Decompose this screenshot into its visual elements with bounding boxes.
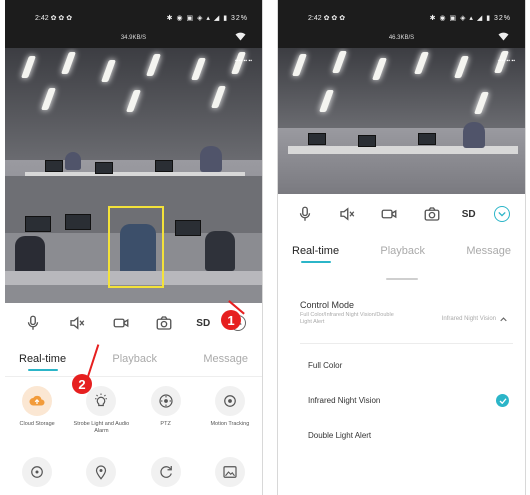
video-overlay-timestamp: ▪▪▪▪ ▪▪ ▪▪ bbox=[235, 58, 252, 64]
network-speed: 46.3KB/S bbox=[388, 35, 415, 41]
tab-real-time[interactable]: Real-time bbox=[292, 245, 339, 263]
status-bar: 2:42 ✿ ✿ ✿ ✱ ◉ ▣ ◈ ▴ ◢ ▮ 32% 34.9KB/S bbox=[5, 0, 262, 48]
tab-real-time[interactable]: Real-time bbox=[19, 353, 66, 371]
option-label: Infrared Night Vision bbox=[308, 396, 381, 405]
feature-label: PTZ bbox=[160, 421, 171, 427]
speaker-mute-icon[interactable] bbox=[65, 311, 89, 335]
panel-drag-handle[interactable] bbox=[386, 278, 418, 280]
motion-tracking-icon bbox=[214, 386, 245, 416]
wifi-icon bbox=[498, 32, 509, 43]
tab-playback[interactable]: Playback bbox=[112, 353, 157, 365]
feature-cloud-storage[interactable]: Cloud Storage bbox=[5, 386, 69, 443]
feature-location[interactable] bbox=[69, 457, 133, 487]
feature-target[interactable] bbox=[5, 457, 69, 487]
feature-ptz[interactable]: PTZ bbox=[134, 386, 198, 443]
record-video-icon[interactable] bbox=[377, 202, 401, 226]
chevron-up-icon bbox=[500, 316, 507, 321]
option-label: Double Light Alert bbox=[308, 431, 372, 440]
image-icon bbox=[214, 457, 245, 487]
control-mode-current-value: Infrared Night Vision bbox=[441, 316, 496, 322]
status-icons: ✱ ◉ ▣ ◈ ▴ ◢ ▮ 32% bbox=[166, 15, 248, 22]
light-bulb-icon bbox=[86, 386, 117, 416]
tab-playback[interactable]: Playback bbox=[380, 245, 425, 257]
tab-message[interactable]: Message bbox=[466, 245, 511, 257]
video-ceiling bbox=[5, 48, 262, 161]
feature-image[interactable] bbox=[198, 457, 262, 487]
live-video-feed[interactable]: ▪▪▪▪ ▪▪ ▪▪ bbox=[5, 48, 262, 303]
record-video-icon[interactable] bbox=[109, 311, 133, 335]
screenshot-camera-icon[interactable] bbox=[420, 202, 444, 226]
feature-rotate[interactable] bbox=[134, 457, 198, 487]
control-mode-description: Full Color/Infrared Night Vision/Double … bbox=[300, 312, 394, 326]
option-label: Full Color bbox=[308, 361, 343, 370]
live-video-feed[interactable]: ▪▪▪▪ ▪▪ ▪▪ bbox=[278, 48, 525, 194]
video-overlay-timestamp: ▪▪▪▪ ▪▪ ▪▪ bbox=[498, 58, 515, 64]
checkmark-icon bbox=[496, 394, 509, 407]
secondary-camera-view[interactable] bbox=[5, 176, 262, 303]
option-full-color[interactable]: Full Color bbox=[278, 348, 525, 383]
feature-grid: Cloud Storage Strobe Light and Audio Ala… bbox=[5, 386, 262, 487]
wifi-icon bbox=[235, 32, 246, 43]
control-mode-options: Full Color Infrared Night Vision Double … bbox=[278, 348, 525, 453]
target-icon bbox=[22, 457, 53, 487]
tutorial-screenshot: 2:42 ✿ ✿ ✿ ✱ ◉ ▣ ◈ ▴ ◢ ▮ 32% 34.9KB/S ▪▪… bbox=[0, 0, 530, 495]
main-tabs: Real-time Playback Message bbox=[5, 344, 262, 374]
feature-strobe-light-alarm[interactable]: Strobe Light and Audio Alarm bbox=[69, 386, 133, 443]
status-bar: 2:42 ✿ ✿ ✿ ✱ ◉ ▣ ◈ ▴ ◢ ▮ 32% 46.3KB/S bbox=[278, 0, 525, 48]
ptz-icon bbox=[150, 386, 181, 416]
feature-label: Motion Tracking bbox=[210, 421, 250, 427]
step-marker-2: 2 bbox=[72, 374, 92, 394]
camera-toolbar: SD bbox=[278, 196, 525, 232]
control-mode-title: Control Mode bbox=[300, 300, 355, 310]
cloud-upload-icon bbox=[22, 386, 53, 416]
tab-divider bbox=[5, 376, 262, 377]
sd-quality-button[interactable]: SD bbox=[196, 318, 210, 329]
motion-detection-box bbox=[108, 206, 164, 288]
status-time: 2:42 ✿ ✿ ✿ bbox=[308, 15, 346, 22]
feature-label: Strobe Light and Audio Alarm bbox=[73, 421, 130, 435]
divider bbox=[300, 343, 513, 344]
microphone-icon[interactable] bbox=[293, 202, 317, 226]
control-mode-current: Infrared Night Vision bbox=[442, 316, 507, 322]
step-marker-1: 1 bbox=[221, 310, 241, 330]
speaker-mute-icon[interactable] bbox=[335, 202, 359, 226]
option-double-light-alert[interactable]: Double Light Alert bbox=[278, 418, 525, 453]
network-speed: 34.9KB/S bbox=[120, 35, 147, 41]
video-office bbox=[278, 122, 525, 194]
status-time: 2:42 ✿ ✿ ✿ bbox=[35, 15, 73, 22]
tab-message[interactable]: Message bbox=[203, 353, 248, 365]
screenshot-camera-icon[interactable] bbox=[152, 311, 176, 335]
rotate-icon bbox=[150, 457, 181, 487]
microphone-icon[interactable] bbox=[21, 311, 45, 335]
video-ceiling bbox=[278, 48, 525, 129]
feature-label: Cloud Storage bbox=[19, 421, 55, 427]
main-tabs: Real-time Playback Message bbox=[278, 236, 525, 266]
option-infrared-night-vision[interactable]: Infrared Night Vision bbox=[278, 383, 525, 418]
right-phone-screen: 2:42 ✿ ✿ ✿ ✱ ◉ ▣ ◈ ▴ ◢ ▮ 32% 46.3KB/S ▪▪… bbox=[277, 0, 526, 495]
status-icons: ✱ ◉ ▣ ◈ ▴ ◢ ▮ 32% bbox=[429, 15, 511, 22]
location-icon bbox=[86, 457, 117, 487]
control-mode-row[interactable]: Control Mode Full Color/Infrared Night V… bbox=[278, 288, 525, 344]
sd-quality-button[interactable]: SD bbox=[462, 209, 476, 220]
feature-motion-tracking[interactable]: Motion Tracking bbox=[198, 386, 262, 443]
left-phone-screen: 2:42 ✿ ✿ ✿ ✱ ◉ ▣ ◈ ▴ ◢ ▮ 32% 34.9KB/S ▪▪… bbox=[5, 0, 263, 495]
collapse-panel-button[interactable] bbox=[493, 206, 510, 222]
